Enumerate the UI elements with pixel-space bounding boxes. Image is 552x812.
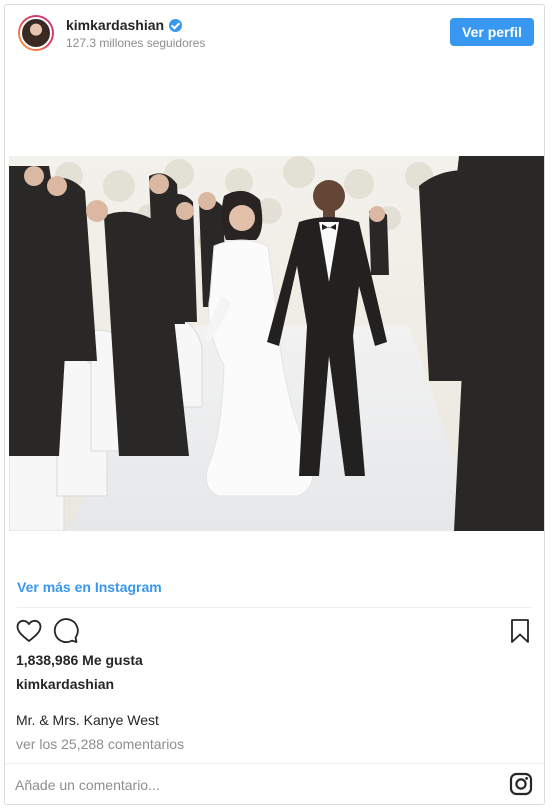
wedding-photo (9, 156, 544, 531)
action-bar (15, 617, 534, 645)
instagram-embed: kimkardashian 127.3 millones seguidores … (4, 4, 545, 805)
heart-icon[interactable] (15, 617, 43, 645)
like-count[interactable]: 1,838,986 Me gusta (16, 652, 143, 668)
post-header: kimkardashian 127.3 millones seguidores … (5, 5, 544, 61)
username-link[interactable]: kimkardashian (66, 17, 164, 33)
instagram-logo-icon[interactable] (509, 772, 533, 796)
view-more-on-instagram-link[interactable]: Ver más en Instagram (17, 579, 162, 595)
post-photo[interactable] (9, 156, 544, 531)
divider (5, 763, 544, 764)
avatar[interactable] (18, 15, 54, 51)
username-row: kimkardashian (66, 17, 183, 33)
avatar-image (20, 17, 52, 49)
comment-input[interactable] (15, 773, 455, 797)
follower-count: 127.3 millones seguidores (66, 36, 206, 50)
verified-badge-icon (169, 18, 183, 32)
post-caption: Mr. & Mrs. Kanye West (16, 712, 159, 728)
bookmark-icon[interactable] (506, 617, 534, 645)
view-profile-button[interactable]: Ver perfil (450, 18, 534, 46)
comment-bubble-icon[interactable] (51, 617, 79, 645)
divider (17, 607, 532, 608)
view-comments-link[interactable]: ver los 25,288 comentarios (16, 736, 184, 752)
post-author[interactable]: kimkardashian (16, 676, 114, 692)
